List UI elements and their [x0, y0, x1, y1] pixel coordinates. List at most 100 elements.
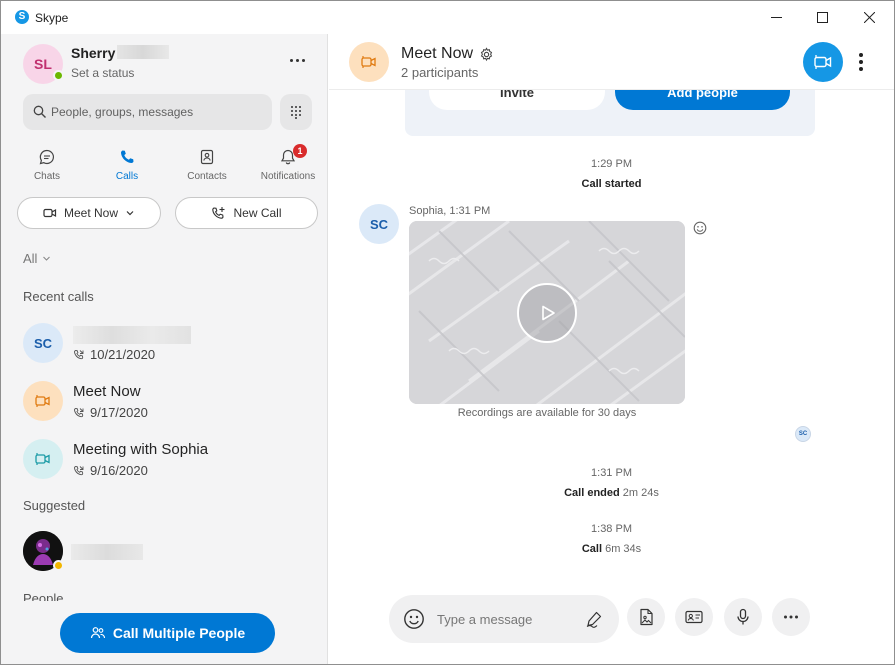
notifications-badge: 1 [293, 144, 307, 158]
event-label: Call started [581, 178, 642, 190]
window-title: Skype [35, 11, 69, 25]
new-call-icon [212, 206, 225, 219]
read-receipt-avatar: SC [795, 426, 811, 442]
dialpad-icon [291, 106, 301, 119]
tab-contacts-label: Contacts [187, 171, 227, 182]
contact-name-redacted [73, 326, 191, 344]
more-dot-icon [859, 60, 863, 64]
search-icon [33, 105, 46, 118]
set-status-link[interactable]: Set a status [71, 66, 134, 80]
event-label: Call [581, 543, 603, 555]
new-call-button[interactable]: New Call [175, 197, 318, 229]
send-file-button[interactable] [627, 598, 665, 636]
message-input[interactable] [437, 595, 577, 643]
event-time: 1:29 PM [591, 158, 632, 170]
maximize-button[interactable] [799, 1, 845, 34]
more-dot-icon [289, 58, 293, 62]
call-date: 9/16/2020 [90, 463, 148, 478]
minimize-button[interactable] [753, 1, 799, 34]
phone-icon [120, 150, 134, 164]
close-button[interactable] [846, 1, 892, 34]
video-camera-icon [814, 55, 832, 69]
message-sender-avatar[interactable]: SC [359, 204, 399, 244]
pen-icon[interactable] [585, 610, 603, 628]
dialpad-button[interactable] [280, 94, 312, 130]
recent-call-item[interactable]: Meet Now 9/17/2020 [1, 373, 327, 429]
message-composer [389, 595, 619, 643]
recent-call-item[interactable]: SC 10/21/2020 [1, 315, 327, 371]
skype-window: S Skype SL Sherry Set a status People, g… [0, 0, 895, 665]
search-input[interactable] [51, 94, 266, 130]
recent-calls-heading: Recent calls [23, 289, 94, 304]
search-box[interactable] [23, 94, 272, 130]
missed-call-icon [74, 407, 84, 417]
sidebar-footer: Call Multiple People [1, 601, 327, 664]
title-bar: S Skype [1, 1, 894, 34]
chevron-down-icon [43, 256, 51, 261]
conversation-title-row[interactable]: Meet Now [401, 45, 494, 63]
event-duration: 2m 24s [622, 487, 659, 499]
more-dot-icon [859, 53, 863, 57]
file-image-icon [640, 608, 653, 626]
minimize-icon [770, 17, 782, 18]
event-time: 1:31 PM [591, 467, 632, 479]
chevron-down-icon [126, 211, 134, 216]
meeting-avatar [23, 439, 63, 479]
event-text: Call 6m 34s [329, 543, 894, 555]
tab-chats-label: Chats [33, 171, 61, 182]
away-presence-indicator [53, 560, 64, 571]
meeting-name: Meet Now [73, 383, 141, 400]
group-call-icon [90, 627, 105, 639]
call-date: 10/21/2020 [90, 347, 156, 362]
more-dot-icon [859, 67, 863, 71]
missed-call-icon [74, 465, 84, 475]
skype-logo-icon: S [15, 10, 29, 24]
event-text: Call ended 2m 24s [329, 487, 894, 499]
call-recording-thumbnail[interactable] [409, 221, 685, 404]
meet-now-button[interactable]: Meet Now [17, 197, 161, 229]
meeting-video-icon [361, 56, 376, 68]
conversation-avatar[interactable] [349, 42, 389, 82]
message-sender: Sophia, 1:31 PM [409, 205, 491, 217]
meeting-avatar [23, 381, 63, 421]
online-presence-indicator [53, 70, 64, 81]
send-contact-button[interactable] [675, 598, 713, 636]
conversation-panel: Invite Add people Meet Now 2 participant… [329, 34, 894, 664]
tab-chats[interactable]: Chats [15, 146, 79, 186]
recent-call-item[interactable]: Meeting with Sophia 9/16/2020 [1, 431, 327, 487]
add-reaction-icon[interactable] [693, 221, 707, 235]
meet-now-icon [43, 208, 57, 218]
gear-icon[interactable] [479, 46, 494, 62]
tab-calls[interactable]: Calls [95, 146, 159, 186]
tab-notifications-label: Notifications [260, 171, 316, 182]
profile-name-redacted [117, 45, 169, 59]
close-icon [863, 12, 875, 23]
recording-availability-note: Recordings are available for 30 days [457, 407, 637, 419]
participants-count[interactable]: 2 participants [401, 65, 478, 80]
more-options-button[interactable] [772, 598, 810, 636]
event-duration: 6m 34s [605, 543, 642, 555]
calls-filter-dropdown[interactable]: All [23, 251, 51, 266]
tab-notifications[interactable]: 1 Notifications [256, 144, 320, 186]
suggested-contact-name-redacted [71, 544, 143, 560]
call-multiple-people-label: Call Multiple People [112, 625, 246, 641]
conversation-more-button[interactable] [851, 48, 871, 76]
event-label: Call ended [564, 487, 620, 499]
sidebar: SL Sherry Set a status People, groups, m… [1, 34, 328, 664]
meeting-name: Meeting with Sophia [73, 441, 209, 458]
video-call-button[interactable] [803, 42, 843, 82]
play-button[interactable] [517, 283, 577, 343]
call-date-row: 9/16/2020 [73, 463, 148, 478]
call-multiple-people-button[interactable]: Call Multiple People [60, 613, 275, 653]
meeting-video-icon [35, 453, 50, 465]
event-time: 1:38 PM [591, 523, 632, 535]
new-call-label: New Call [233, 206, 282, 220]
record-audio-button[interactable] [724, 598, 762, 636]
contacts-icon [200, 149, 214, 165]
profile-name[interactable]: Sherry [71, 45, 115, 61]
microphone-icon [737, 608, 749, 625]
more-dot-icon [295, 58, 299, 62]
profile-more-button[interactable] [285, 50, 309, 70]
tab-contacts[interactable]: Contacts [175, 146, 239, 186]
emoji-icon[interactable] [403, 608, 425, 630]
